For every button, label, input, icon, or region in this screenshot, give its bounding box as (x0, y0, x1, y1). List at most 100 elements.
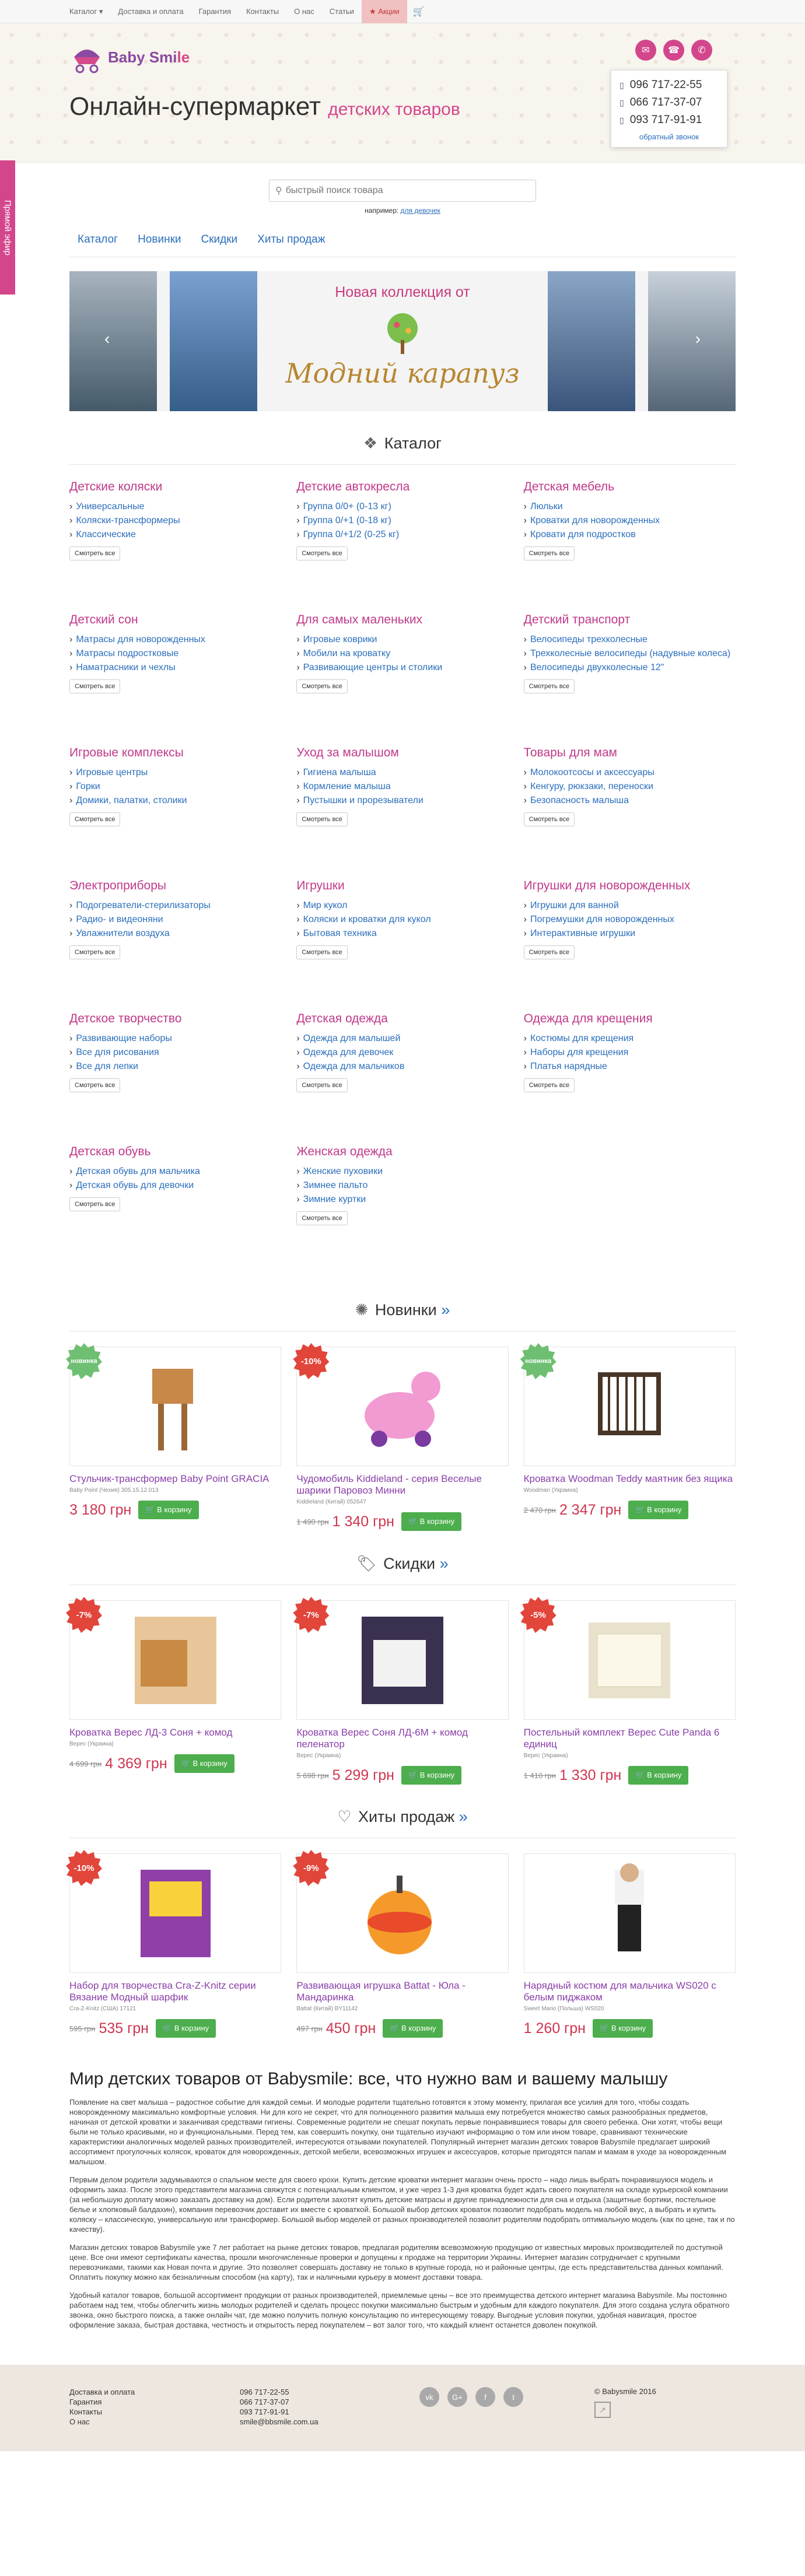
subcategory-link[interactable]: Развивающие наборы (69, 1032, 281, 1046)
nav-catalog[interactable]: Каталог ▾ (69, 0, 110, 23)
chat-icon[interactable]: ✆ (691, 40, 712, 61)
category-title[interactable]: Детские автокресла (296, 480, 508, 494)
twitter-icon[interactable]: t (503, 2387, 523, 2407)
view-all-button[interactable]: Смотреть все (69, 1197, 121, 1211)
subcategory-link[interactable]: Гигиена малыша (296, 766, 508, 780)
subcategory-link[interactable]: Платья нарядные (524, 1060, 736, 1074)
menu-bestsellers[interactable]: Хиты продаж (257, 233, 325, 246)
scroll-top-icon[interactable]: ↗ (594, 2402, 611, 2418)
live-feed-tab[interactable]: Прямой эфир (0, 160, 15, 295)
subcategory-link[interactable]: Коляски-трансформеры (69, 514, 281, 528)
search-input[interactable] (285, 185, 530, 196)
search-example-link[interactable]: для девочек (401, 206, 440, 215)
view-all-button[interactable]: Смотреть все (523, 1078, 575, 1092)
phone-number[interactable]: ▯ 093 717-91-91 (620, 111, 719, 129)
subcategory-link[interactable]: Развивающие центры и столики (296, 661, 508, 675)
subcategory-link[interactable]: Интерактивные игрушки (524, 927, 736, 941)
subcategory-link[interactable]: Велосипеды двухколесные 12" (524, 661, 736, 675)
product-name[interactable]: Набор для творчества Cra-Z-Knitz серии В… (69, 1980, 281, 2003)
view-all-button[interactable]: Смотреть все (296, 1078, 348, 1092)
category-title[interactable]: Детское творчество (69, 1012, 281, 1026)
view-all-button[interactable]: Смотреть все (523, 812, 575, 826)
product-image[interactable] (296, 1600, 509, 1720)
subcategory-link[interactable]: Велосипеды трехколесные (524, 633, 736, 647)
phone-number[interactable]: ▯ 096 717-22-55 (620, 76, 719, 94)
subcategory-link[interactable]: Кровати для подростков (524, 528, 736, 542)
subcategory-link[interactable]: Группа 0/0+ (0-13 кг) (296, 500, 508, 514)
subcategory-link[interactable]: Кроватки для новорожденных (524, 514, 736, 528)
phone-number[interactable]: ▯ 066 717-37-07 (620, 94, 719, 111)
view-all-button[interactable]: Смотреть все (296, 546, 348, 560)
footer-link[interactable]: О нас (69, 2417, 240, 2427)
category-title[interactable]: Игровые комплексы (69, 746, 281, 760)
mail-icon[interactable]: ✉ (635, 40, 656, 61)
subcategory-link[interactable]: Игровые коврики (296, 633, 508, 647)
subcategory-link[interactable]: Люльки (524, 500, 736, 514)
product-name[interactable]: Постельный комплект Верес Cute Panda 6 е… (524, 1727, 736, 1750)
subcategory-link[interactable]: Детская обувь для девочки (69, 1179, 281, 1193)
add-to-cart-button[interactable]: 🛒 В корзину (628, 1501, 689, 1519)
category-title[interactable]: Уход за малышом (296, 746, 508, 760)
category-title[interactable]: Детская одежда (296, 1012, 508, 1026)
product-name[interactable]: Кроватка Woodman Teddy маятник без ящика (524, 1473, 736, 1485)
subcategory-link[interactable]: Кормление малыша (296, 780, 508, 794)
subcategory-link[interactable]: Группа 0/+1 (0-18 кг) (296, 514, 508, 528)
menu-sale[interactable]: Скидки (201, 233, 238, 246)
subcategory-link[interactable]: Все для рисования (69, 1046, 281, 1060)
category-title[interactable]: Детский транспорт (524, 613, 736, 627)
add-to-cart-button[interactable]: 🛒 В корзину (138, 1501, 199, 1519)
section-more-link[interactable]: » (441, 1301, 450, 1319)
view-all-button[interactable]: Смотреть все (523, 945, 575, 959)
chevron-right-icon[interactable]: › (695, 330, 701, 348)
product-image[interactable] (69, 1853, 282, 1973)
subcategory-link[interactable]: Мир кукол (296, 899, 508, 913)
subcategory-link[interactable]: Увлажнители воздуха (69, 927, 281, 941)
subcategory-link[interactable]: Детская обувь для мальчика (69, 1165, 281, 1179)
view-all-button[interactable]: Смотреть все (69, 546, 121, 560)
footer-email[interactable]: smile@bbsmile.com.ua (240, 2417, 419, 2427)
subcategory-link[interactable]: Кенгуру, рюкзаки, переноски (524, 780, 736, 794)
footer-link[interactable]: Доставка и оплата (69, 2387, 240, 2397)
add-to-cart-button[interactable]: 🛒 В корзину (401, 1512, 462, 1531)
category-title[interactable]: Детская мебель (524, 480, 736, 494)
footer-link[interactable]: Гарантия (69, 2397, 240, 2407)
footer-phone[interactable]: 093 717-91-91 (240, 2407, 419, 2417)
view-all-button[interactable]: Смотреть все (523, 546, 575, 560)
callback-link[interactable]: обратный звонок (620, 132, 719, 141)
section-more-link[interactable]: » (440, 1555, 449, 1572)
category-title[interactable]: Игрушки (296, 879, 508, 893)
product-name[interactable]: Нарядный костюм для мальчика WS020 с бел… (524, 1980, 736, 2003)
add-to-cart-button[interactable]: 🛒 В корзину (628, 1766, 689, 1785)
add-to-cart-button[interactable]: 🛒 В корзину (401, 1766, 462, 1785)
add-to-cart-button[interactable]: 🛒 В корзину (155, 2019, 216, 2038)
subcategory-link[interactable]: Пустышки и прорезыватели (296, 794, 508, 808)
subcategory-link[interactable]: Матрасы для новорожденных (69, 633, 281, 647)
category-title[interactable]: Одежда для крещения (524, 1012, 736, 1026)
subcategory-link[interactable]: Женские пуховики (296, 1165, 508, 1179)
subcategory-link[interactable]: Классические (69, 528, 281, 542)
category-title[interactable]: Для самых маленьких (296, 613, 508, 627)
subcategory-link[interactable]: Горки (69, 780, 281, 794)
product-image[interactable] (296, 1347, 509, 1466)
phone-icon[interactable]: ☎ (663, 40, 684, 61)
subcategory-link[interactable]: Одежда для девочек (296, 1046, 508, 1060)
subcategory-link[interactable]: Группа 0/+1/2 (0-25 кг) (296, 528, 508, 542)
footer-link[interactable]: Контакты (69, 2407, 240, 2417)
subcategory-link[interactable]: Зимнее пальто (296, 1179, 508, 1193)
nav-promo[interactable]: ★ Акции (361, 0, 407, 23)
menu-new[interactable]: Новинки (138, 233, 181, 246)
add-to-cart-button[interactable]: 🛒 В корзину (383, 2019, 443, 2038)
facebook-icon[interactable]: f (475, 2387, 495, 2407)
view-all-button[interactable]: Смотреть все (69, 945, 121, 959)
subcategory-link[interactable]: Одежда для малышей (296, 1032, 508, 1046)
subcategory-link[interactable]: Молокоотсосы и аксессуары (524, 766, 736, 780)
promo-banner[interactable]: ‹ › Новая коллекция от Модний карапуз (69, 271, 736, 411)
nav-contacts[interactable]: Контакты (239, 0, 286, 23)
cart-icon[interactable]: 🛒 (407, 6, 430, 17)
subcategory-link[interactable]: Радио- и видеоняни (69, 913, 281, 927)
category-title[interactable]: Детская обувь (69, 1145, 281, 1159)
product-name[interactable]: Кроватка Верес Соня ЛД-6М + комод пелена… (296, 1727, 508, 1750)
site-logo[interactable]: Baby Smile (69, 40, 190, 75)
subcategory-link[interactable]: Трехколесные велосипеды (надувные колеса… (524, 647, 736, 661)
product-image[interactable] (523, 1853, 736, 1973)
